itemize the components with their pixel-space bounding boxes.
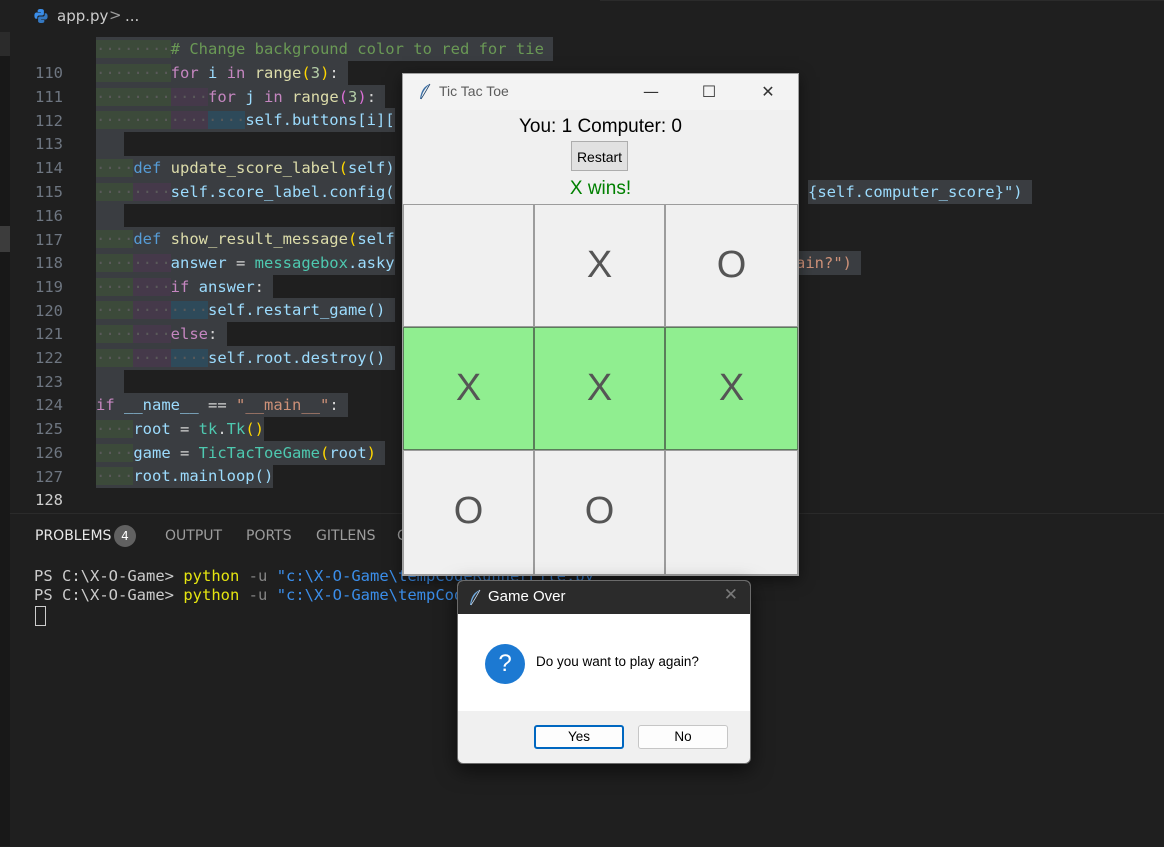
code-token: def xyxy=(133,159,162,177)
code-token: root xyxy=(133,420,171,438)
close-icon[interactable]: ✕ xyxy=(724,585,738,605)
code-token: = xyxy=(170,444,199,462)
code-token: .asky xyxy=(347,254,395,272)
code-token: == xyxy=(198,396,236,414)
code-token: 3 xyxy=(348,88,358,106)
code-token: for xyxy=(170,64,199,82)
code-token: if xyxy=(170,278,190,296)
code-token: if xyxy=(96,396,115,414)
tab-problems[interactable]: PROBLEMS xyxy=(35,528,111,544)
code-token: for xyxy=(207,88,236,106)
feather-icon xyxy=(470,589,481,606)
tab-output[interactable]: OUTPUT xyxy=(165,528,222,544)
board-cell[interactable] xyxy=(665,450,798,575)
code-token: self.restart_game() xyxy=(207,301,386,319)
tab-ports[interactable]: PORTS xyxy=(246,528,292,544)
code-token: range xyxy=(254,64,302,82)
code-token: = xyxy=(226,254,255,272)
code-line[interactable]: 110 ········# Change background color to… xyxy=(0,37,1164,82)
code-token: range xyxy=(292,88,339,106)
code-token: self) xyxy=(348,159,395,177)
code-token: ain?") xyxy=(796,254,852,272)
code-token: messagebox xyxy=(254,254,348,272)
close-button[interactable]: ✕ xyxy=(755,80,781,104)
question-icon: ? xyxy=(485,644,525,684)
breadcrumb-symbol[interactable]: ... xyxy=(125,7,139,25)
code-token: root xyxy=(329,444,367,462)
board-cell[interactable]: X xyxy=(403,327,534,450)
code-token: () xyxy=(245,420,265,438)
tab-gitlens[interactable]: GITLENS xyxy=(316,528,376,544)
code-token: update_score_label xyxy=(170,159,339,177)
code-token: : xyxy=(366,88,377,106)
code-token: answer xyxy=(170,254,227,272)
window-title: Tic Tac Toe xyxy=(439,83,509,99)
dialog-title: Game Over xyxy=(488,588,566,605)
board-cell[interactable]: X xyxy=(534,327,665,450)
problems-count-badge: 4 xyxy=(114,525,136,547)
board-cell[interactable] xyxy=(403,204,534,327)
game-board: X O X X X O O xyxy=(403,204,798,575)
code-token: def xyxy=(133,230,162,248)
board-cell[interactable]: X xyxy=(534,204,665,327)
dialog-message: Do you want to play again? xyxy=(536,654,699,669)
code-token: : xyxy=(329,396,339,414)
window-titlebar[interactable]: Tic Tac Toe — ☐ ✕ xyxy=(403,74,798,110)
score-label: You: 1 Computer: 0 xyxy=(518,116,682,137)
code-token: __name__ xyxy=(124,396,199,414)
yes-button[interactable]: Yes xyxy=(534,725,624,749)
maximize-button[interactable]: ☐ xyxy=(696,80,722,104)
code-token: : xyxy=(329,64,339,82)
code-token: show_result_message xyxy=(170,230,348,248)
game-over-dialog: Game Over ✕ ? Do you want to play again?… xyxy=(457,580,751,764)
minimize-button[interactable]: — xyxy=(638,80,664,104)
restart-button[interactable]: Restart xyxy=(571,141,628,171)
code-token: j xyxy=(245,88,255,106)
code-token: else xyxy=(170,325,208,343)
code-token: i xyxy=(208,64,218,82)
code-token: self.score_label.config( xyxy=(170,183,395,201)
breadcrumb-file[interactable]: app.py xyxy=(57,7,108,25)
no-button[interactable]: No xyxy=(638,725,728,749)
code-token: in xyxy=(264,88,283,106)
code-token: tk xyxy=(198,420,218,438)
code-token: self.buttons[i][ xyxy=(245,111,395,129)
board-cell[interactable]: O xyxy=(534,450,665,575)
breadcrumb: app.py > ... xyxy=(0,0,1164,32)
python-file-icon xyxy=(34,9,48,23)
dialog-body: ? Do you want to play again? xyxy=(458,614,750,711)
code-token: : xyxy=(207,325,218,343)
board-cell[interactable]: X xyxy=(665,327,798,450)
code-token: self xyxy=(357,230,395,248)
code-token: game xyxy=(133,444,171,462)
code-token: answer xyxy=(198,278,255,296)
code-token: TicTacToeGame xyxy=(198,444,320,462)
terminal-line: PS C:\X-O-Game> python -u "c:\X-O-Game\t… xyxy=(34,586,473,604)
code-token: : xyxy=(254,278,265,296)
code-token: Tk xyxy=(226,420,246,438)
line-number: 128 xyxy=(35,491,63,509)
code-token: "__main__" xyxy=(236,396,330,414)
code-token: self.root.destroy() xyxy=(207,349,386,367)
code-token: in xyxy=(226,64,246,82)
code-token: {self.computer_score}") xyxy=(808,183,1023,201)
code-token: root.mainloop() xyxy=(133,467,274,485)
terminal-cursor xyxy=(35,606,46,626)
code-token: = xyxy=(170,420,199,438)
status-label: X wins! xyxy=(569,178,632,199)
chevron-right-icon: > xyxy=(109,6,122,24)
feather-icon xyxy=(420,83,431,100)
board-cell[interactable]: O xyxy=(403,450,534,575)
tic-tac-toe-window: Tic Tac Toe — ☐ ✕ You: 1 Computer: 0 Res… xyxy=(402,73,799,576)
code-token: ) xyxy=(366,444,376,462)
code-token: 3 xyxy=(310,64,321,82)
divider xyxy=(600,0,1164,1)
code-comment: # Change background color to red for tie xyxy=(170,40,544,58)
board-cell[interactable]: O xyxy=(665,204,798,327)
dialog-titlebar[interactable]: Game Over ✕ xyxy=(458,581,750,614)
